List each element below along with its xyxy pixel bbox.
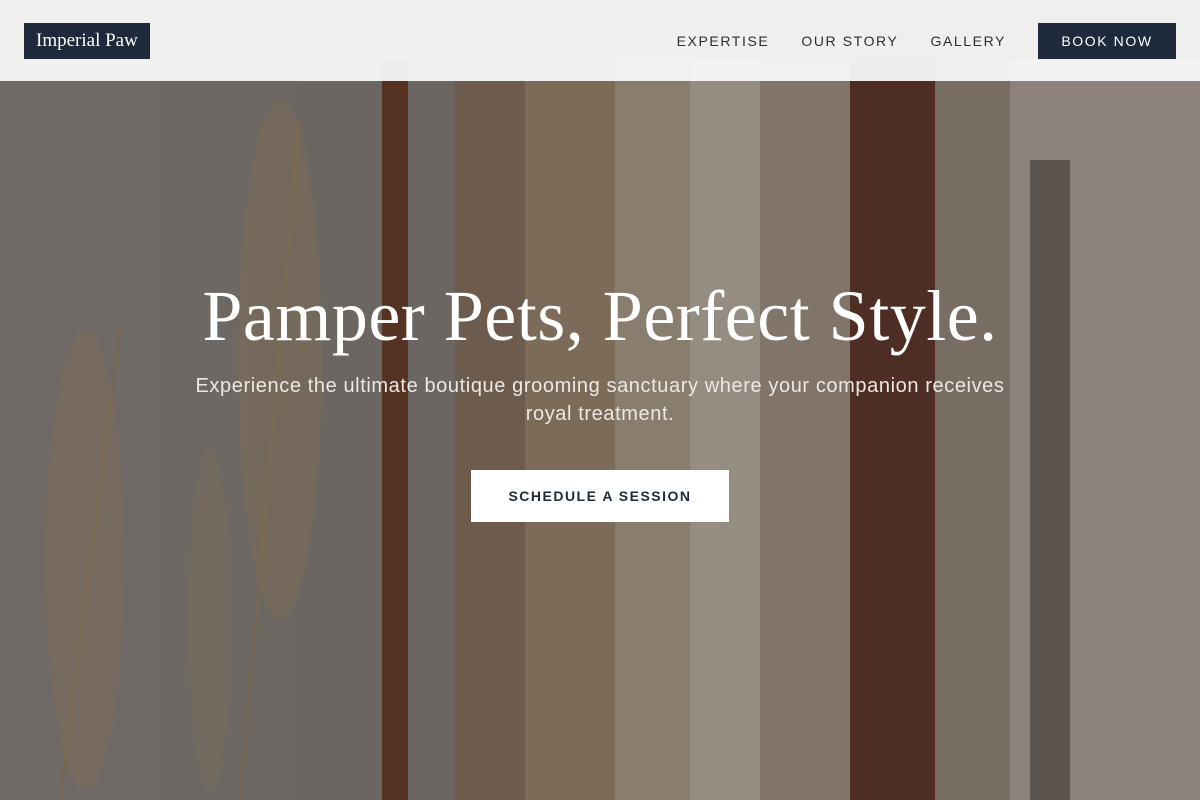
hero-subtitle: Experience the ultimate boutique groomin… [195, 375, 1005, 425]
hero-title: Pamper Pets, Perfect Style. [202, 276, 998, 356]
hero-section: Pamper Pets, Perfect Style. Experience t… [0, 0, 1200, 800]
schedule-session-button[interactable]: SCHEDULE A SESSION [471, 470, 729, 522]
